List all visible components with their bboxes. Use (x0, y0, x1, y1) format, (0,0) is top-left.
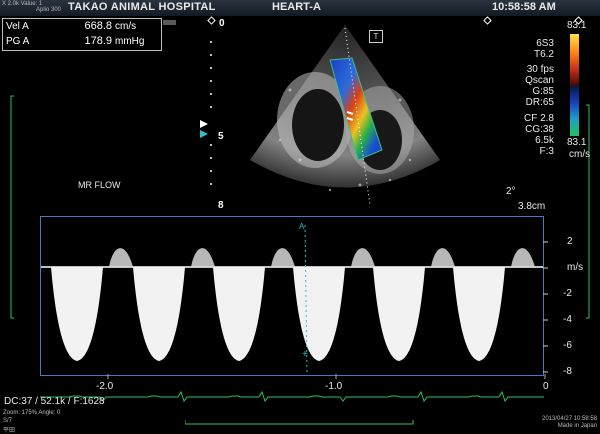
depth-8: 8 (218, 200, 224, 211)
focus-marker-icon[interactable] (198, 118, 212, 140)
time-axis-ticks (107, 374, 546, 379)
doppler-forward-wave (351, 248, 375, 267)
doppler-mr-jet (133, 267, 185, 361)
color-scale-negative (570, 86, 579, 136)
operator-name: 平田 (3, 428, 16, 434)
imaging-parameters: 6S3 T6.2 30 fps Qscan G:85 DR:65 CF 2.8 … (523, 38, 554, 157)
doppler-marker-a: A (299, 222, 305, 231)
doppler-caliper-plus: + (302, 349, 308, 360)
doppler-forward-wave (191, 248, 215, 267)
velocity-scale-ticks (543, 241, 548, 373)
dc-readout: DC:37 / 52.1k / F:1628 (4, 396, 105, 407)
doppler-mr-jet (373, 267, 425, 361)
doppler-forward-wave (511, 248, 535, 267)
angle-readout: 2° (506, 186, 516, 197)
velocity-label-neg8: -8 (563, 366, 572, 377)
frame-readout: S/7 (3, 418, 13, 424)
velocity-label-neg2: -2 (563, 288, 572, 299)
color-scale-bottom: 83.1 (567, 137, 587, 148)
doppler-mr-jet (51, 267, 103, 361)
mr-flow-label: MR FLOW (78, 180, 121, 190)
velocity-label-2: 2 (567, 236, 573, 247)
doppler-mr-jet (293, 267, 345, 361)
doppler-mr-jet (453, 267, 505, 361)
zoom-readout: Zoom: 175% Angle: 0 (3, 410, 61, 416)
velocity-label-neg6: -6 (563, 340, 572, 351)
depth-readout: 3.8cm (518, 201, 546, 212)
velocity-label-neg4: -4 (563, 314, 572, 325)
depth-0: 0 (219, 18, 225, 29)
depth-5: 5 (218, 131, 224, 142)
doppler-forward-wave (109, 248, 133, 267)
color-scale-positive (570, 34, 579, 86)
doppler-mr-jet (213, 267, 265, 361)
color-scale-top: 83.1 (567, 20, 587, 31)
color-scale-unit: cm/s (569, 149, 591, 160)
ecg-trace (40, 390, 544, 403)
doppler-forward-wave (271, 248, 295, 267)
velocity-unit: m/s (567, 262, 584, 273)
echo-sector-image (250, 25, 440, 205)
doppler-spectrum: A+ (41, 222, 543, 375)
doppler-forward-wave (431, 248, 455, 267)
spectral-doppler-panel: A + (40, 216, 544, 376)
ecg-bracket (185, 420, 414, 425)
footer-info: 2013/04/27 10:58:58 Made in Japan (542, 416, 598, 429)
